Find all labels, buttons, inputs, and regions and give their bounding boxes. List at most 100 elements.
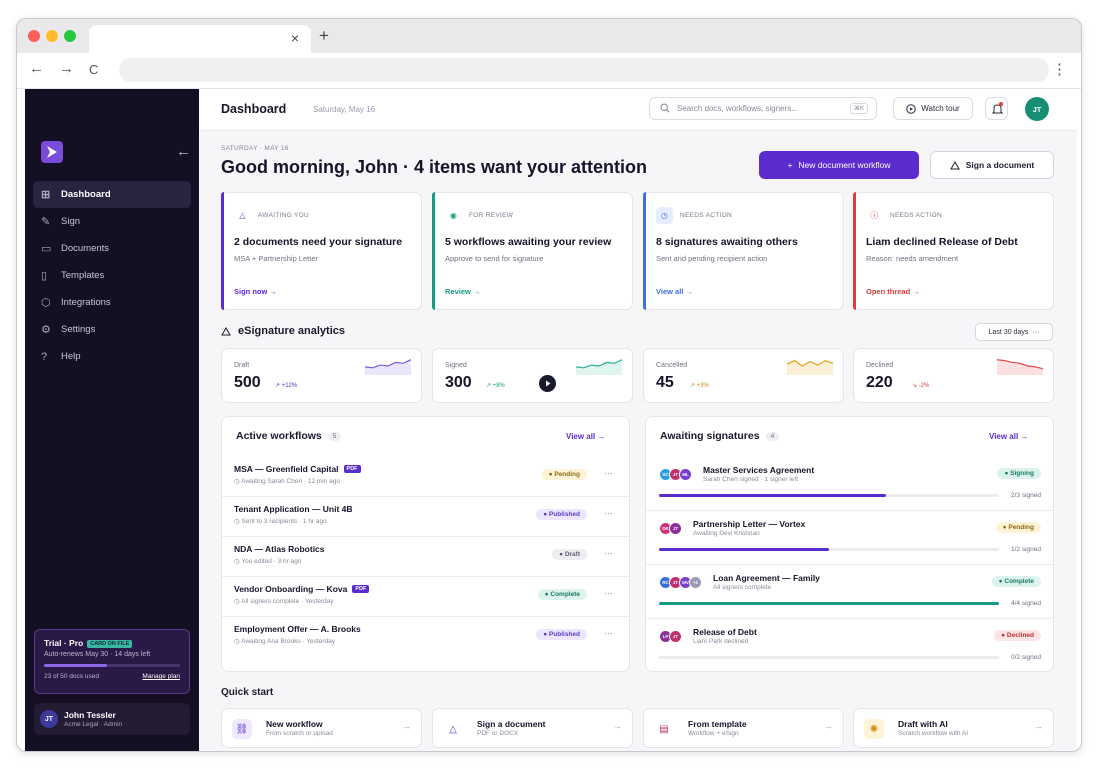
avatar[interactable]: JT — [1025, 97, 1049, 121]
action-card[interactable]: ◷ NEEDS ACTION 8 signatures awaiting other… — [643, 192, 844, 310]
main-content: Dashboard Saturday, May 16 Search docs, … — [199, 89, 1077, 751]
quick-start-draft-with-ai[interactable]: ✺ Draft with AI Scratch workflow with AI → — [853, 708, 1054, 748]
signature-icon — [949, 160, 960, 169]
usage-progress-bar — [44, 664, 180, 667]
list-item[interactable]: DK JT Partnership Letter — Vortex Awaiting … — [646, 511, 1053, 565]
header-date: Saturday, May 16 — [313, 105, 376, 114]
signing-progress-fill — [659, 602, 999, 605]
search-input[interactable]: Search docs, workflows, signers... ⌘K — [649, 97, 877, 120]
action-card-eyebrow-text: NEEDS ACTION — [890, 212, 942, 219]
maximize-window-button[interactable] — [64, 30, 76, 42]
table-row[interactable]: Vendor Onboarding — Kova PDF ◷ All signers… — [222, 577, 629, 617]
workflow-title: MSA — Greenfield Capital — [234, 464, 339, 474]
sidebar-item-label: Dashboard — [61, 189, 111, 200]
browser-tab[interactable]: × — [89, 25, 311, 53]
action-card-link[interactable]: Sign now → — [234, 287, 277, 296]
stat-card-cancelled: Cancelled 45 ↗ +3% — [643, 348, 844, 403]
date-range-select[interactable]: Last 30 days ··· — [975, 323, 1053, 341]
signing-progress-bar — [659, 656, 999, 659]
more-options-icon[interactable]: ··· — [604, 548, 613, 558]
action-card[interactable]: ◉ FOR REVIEW 5 workflows awaiting your rev… — [432, 192, 633, 310]
more-options-icon[interactable]: ··· — [604, 468, 613, 478]
action-card-link[interactable]: View all → — [656, 287, 693, 296]
hero-eyebrow: SATURDAY · MAY 16 — [221, 145, 289, 152]
play-circle-icon — [906, 103, 916, 114]
status-badge: ● Pending — [541, 469, 587, 480]
forward-icon[interactable]: → — [59, 60, 74, 77]
more-options-icon[interactable]: ··· — [604, 508, 613, 518]
workflows-view-all-link[interactable]: View all → — [566, 432, 605, 441]
workflow-title: NDA — Atlas Robotics — [234, 544, 325, 554]
action-card[interactable]: ⓘ NEEDS ACTION Liam declined Release of De… — [853, 192, 1054, 310]
workflow-name: Employment Offer — A. Brooks — [234, 624, 361, 634]
address-bar[interactable] — [119, 58, 1049, 82]
app-logo[interactable] — [41, 141, 63, 163]
user-role: Acme Legal · Admin — [64, 721, 123, 728]
status-badge: ● Published — [536, 509, 587, 520]
new-tab-button[interactable]: + — [319, 26, 329, 46]
card-on-file-badge: CARD ON FILE — [87, 640, 133, 648]
signature-icon: △ — [239, 211, 246, 220]
more-options-icon[interactable]: ··· — [604, 588, 613, 598]
table-row[interactable]: MSA — Greenfield Capital PDF ◷ Awaiting Sa… — [222, 457, 629, 497]
table-row[interactable]: NDA — Atlas Robotics ◷ You edited · 3 hr … — [222, 537, 629, 577]
close-window-button[interactable] — [28, 30, 40, 42]
status-badge: ● Complete — [537, 589, 587, 600]
sidebar-item-settings[interactable]: ⚙ Settings — [33, 316, 191, 343]
action-card-link[interactable]: Open thread → — [866, 287, 920, 296]
arrow-right-icon: → — [824, 721, 833, 731]
stat-card-signed: Signed 300 ↗ +8% — [432, 348, 633, 403]
more-options-icon[interactable]: ··· — [604, 628, 613, 638]
watch-tour-button[interactable]: Watch tour — [893, 97, 973, 120]
notifications-button[interactable] — [985, 97, 1008, 120]
user-profile[interactable]: JT John Tessler Acme Legal · Admin — [34, 703, 190, 735]
awaiting-signatures-heading: Awaiting signatures 4 — [660, 430, 780, 442]
user-avatar: JT — [40, 710, 58, 728]
quick-start-sign-a-document[interactable]: △ Sign a document PDF or DOCX → — [432, 708, 633, 748]
list-item[interactable]: SC JT ML Master Services Agreement Sarah Che… — [646, 457, 1053, 511]
list-item[interactable]: LP JT Release of Debt Liam Park declined ● D… — [646, 619, 1053, 671]
collapse-sidebar-icon[interactable]: ← — [176, 143, 191, 160]
sign-a-document-button[interactable]: Sign a document — [930, 151, 1054, 179]
workflow-icon: ⛓ — [232, 719, 252, 739]
top-bar: Dashboard Saturday, May 16 Search docs, … — [199, 89, 1077, 131]
new-document-workflow-button[interactable]: + New document workflow — [759, 151, 919, 179]
sidebar-item-documents[interactable]: ▭ Documents — [33, 235, 191, 262]
action-card-link[interactable]: Review → — [445, 287, 480, 296]
browser-menu-icon[interactable]: ⋮ — [1052, 60, 1067, 78]
list-item[interactable]: RC JT MV +1 Loan Agreement — Family All signe… — [646, 565, 1053, 619]
sidebar-item-integrations[interactable]: ⬡ Integrations — [33, 289, 191, 316]
sidebar-item-sign[interactable]: ✎ Sign — [33, 208, 191, 235]
sign-a-document-label: Sign a document — [965, 160, 1035, 170]
sidebar-item-label: Documents — [61, 243, 110, 254]
signer-avatars: LP JT — [659, 630, 682, 643]
tab-close-icon[interactable]: × — [291, 30, 299, 46]
manage-plan-link[interactable]: Manage plan — [142, 673, 180, 680]
quick-start-new-workflow[interactable]: ⛓ New workflow From scratch or upload → — [221, 708, 422, 748]
signatures-view-all-link[interactable]: View all → — [989, 432, 1028, 441]
sidebar-item-help[interactable]: ? Help — [33, 343, 191, 370]
stat-label: Signed — [445, 362, 467, 369]
trial-title: Trial · Pro CARD ON FILE — [44, 638, 180, 648]
awaiting-signatures-panel: Awaiting signatures 4 View all → SC JT ML M… — [645, 416, 1054, 672]
play-button[interactable] — [539, 375, 556, 392]
workflow-title: Tenant Application — Unit 4B — [234, 504, 353, 514]
sidebar-item-label: Help — [61, 351, 81, 362]
stat-label: Declined — [866, 362, 894, 369]
notification-dot — [999, 102, 1003, 106]
workflow-name: NDA — Atlas Robotics — [234, 544, 325, 554]
stat-value: 500 — [234, 374, 261, 391]
accent-bar — [643, 192, 646, 310]
workflow-title: Vendor Onboarding — Kova — [234, 584, 348, 594]
quick-start-from-template[interactable]: ▤ From template Workflow + eSign → — [643, 708, 844, 748]
sidebar-item-templates[interactable]: ▯ Templates — [33, 262, 191, 289]
table-row[interactable]: Employment Offer — A. Brooks ◷ Awaiting A… — [222, 617, 629, 657]
quick-start-name: From template — [688, 719, 747, 729]
arrow-right-icon: → — [402, 721, 411, 731]
table-row[interactable]: Tenant Application — Unit 4B ◷ Sent to 3 … — [222, 497, 629, 537]
sidebar-item-dashboard[interactable]: ⊞ Dashboard — [33, 181, 191, 208]
reload-icon[interactable]: C — [89, 62, 98, 77]
back-icon[interactable]: ← — [29, 60, 44, 77]
action-card[interactable]: △ AWAITING YOU 2 documents need your signa… — [221, 192, 422, 310]
minimize-window-button[interactable] — [46, 30, 58, 42]
